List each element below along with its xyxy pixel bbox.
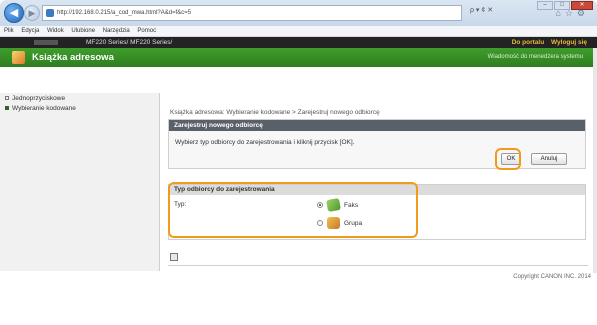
browser-titlebar: ◀ ▶ http://192.168.0.215/a_cod_mwa.html?… (0, 0, 597, 26)
device-name-redacted (34, 40, 58, 45)
breadcrumb: Książka adresowa: Wybieranie kodowane > … (170, 109, 380, 116)
device-links: Do portalu Wyloguj się (507, 37, 587, 48)
address-url: http://192.168.0.215/a_cod_mwa.html?A&d=… (57, 10, 192, 16)
copyright: Copyright CANON INC. 2014 (513, 274, 591, 280)
minimize-button[interactable]: – (537, 1, 553, 10)
portal-link[interactable]: Do portalu (512, 39, 545, 46)
logout-link[interactable]: Wyloguj się (551, 39, 587, 46)
sidebar: Jednoprzyciskowe Wybieranie kodowane (0, 93, 160, 271)
cancel-button[interactable]: Anuluj (531, 153, 567, 165)
back-button[interactable]: ◀ (4, 3, 24, 23)
menu-tools[interactable]: Narzędzia (103, 28, 130, 34)
menu-view[interactable]: Widok (47, 28, 64, 34)
browser-window: ◀ ▶ http://192.168.0.215/a_cod_mwa.html?… (0, 0, 597, 325)
bullet-icon (5, 106, 9, 111)
menu-bar: Plik Edycja Widok Ulubione Narzędzia Pom… (0, 26, 597, 37)
app-header: Książka adresowa Wiadomość do menedżera … (0, 48, 597, 67)
menu-file[interactable]: Plik (4, 28, 14, 34)
menu-help[interactable]: Pomoc (137, 28, 156, 34)
instruction-text: Wybierz typ odbiorcy do zarejestrowania … (175, 139, 355, 146)
address-tools[interactable]: ρ ▾ ¢ ✕ (470, 6, 493, 14)
address-bar[interactable]: http://192.168.0.215/a_cod_mwa.html?A&d=… (42, 5, 462, 21)
sidebar-item-label: Jednoprzyciskowe (12, 95, 66, 102)
scrollbar[interactable] (593, 48, 597, 273)
address-book-icon (12, 51, 25, 64)
bullet-icon (5, 96, 9, 101)
main-content: Książka adresowa: Wybieranie kodowane > … (162, 93, 592, 271)
device-model: MF220 Series/ MF220 Series/ (86, 39, 173, 46)
site-favicon-icon (46, 9, 54, 17)
sidebar-item-coded-dial[interactable]: Wybieranie kodowane (0, 103, 159, 113)
sidebar-item-one-touch[interactable]: Jednoprzyciskowe (0, 93, 159, 103)
forward-button[interactable]: ▶ (24, 5, 40, 21)
page-top-icon[interactable] (170, 253, 178, 261)
register-panel: Zarejestruj nowego odbiorcę Wybierz typ … (168, 119, 586, 169)
type-highlight (168, 182, 418, 238)
menu-favorites[interactable]: Ulubione (71, 28, 95, 34)
admin-message-link[interactable]: Wiadomość do menedżera systemu (488, 48, 583, 67)
sidebar-item-label: Wybieranie kodowane (12, 105, 76, 112)
register-panel-title: Zarejestruj nowego odbiorcę (169, 120, 585, 131)
ok-highlight (495, 148, 521, 170)
device-bar: MF220 Series/ MF220 Series/ Do portalu W… (0, 37, 597, 48)
divider (168, 265, 588, 266)
browser-toolbar-icons[interactable]: ⌂☆⚙ (555, 8, 589, 19)
menu-edit[interactable]: Edycja (21, 28, 39, 34)
page-title: Książka adresowa (32, 52, 114, 63)
